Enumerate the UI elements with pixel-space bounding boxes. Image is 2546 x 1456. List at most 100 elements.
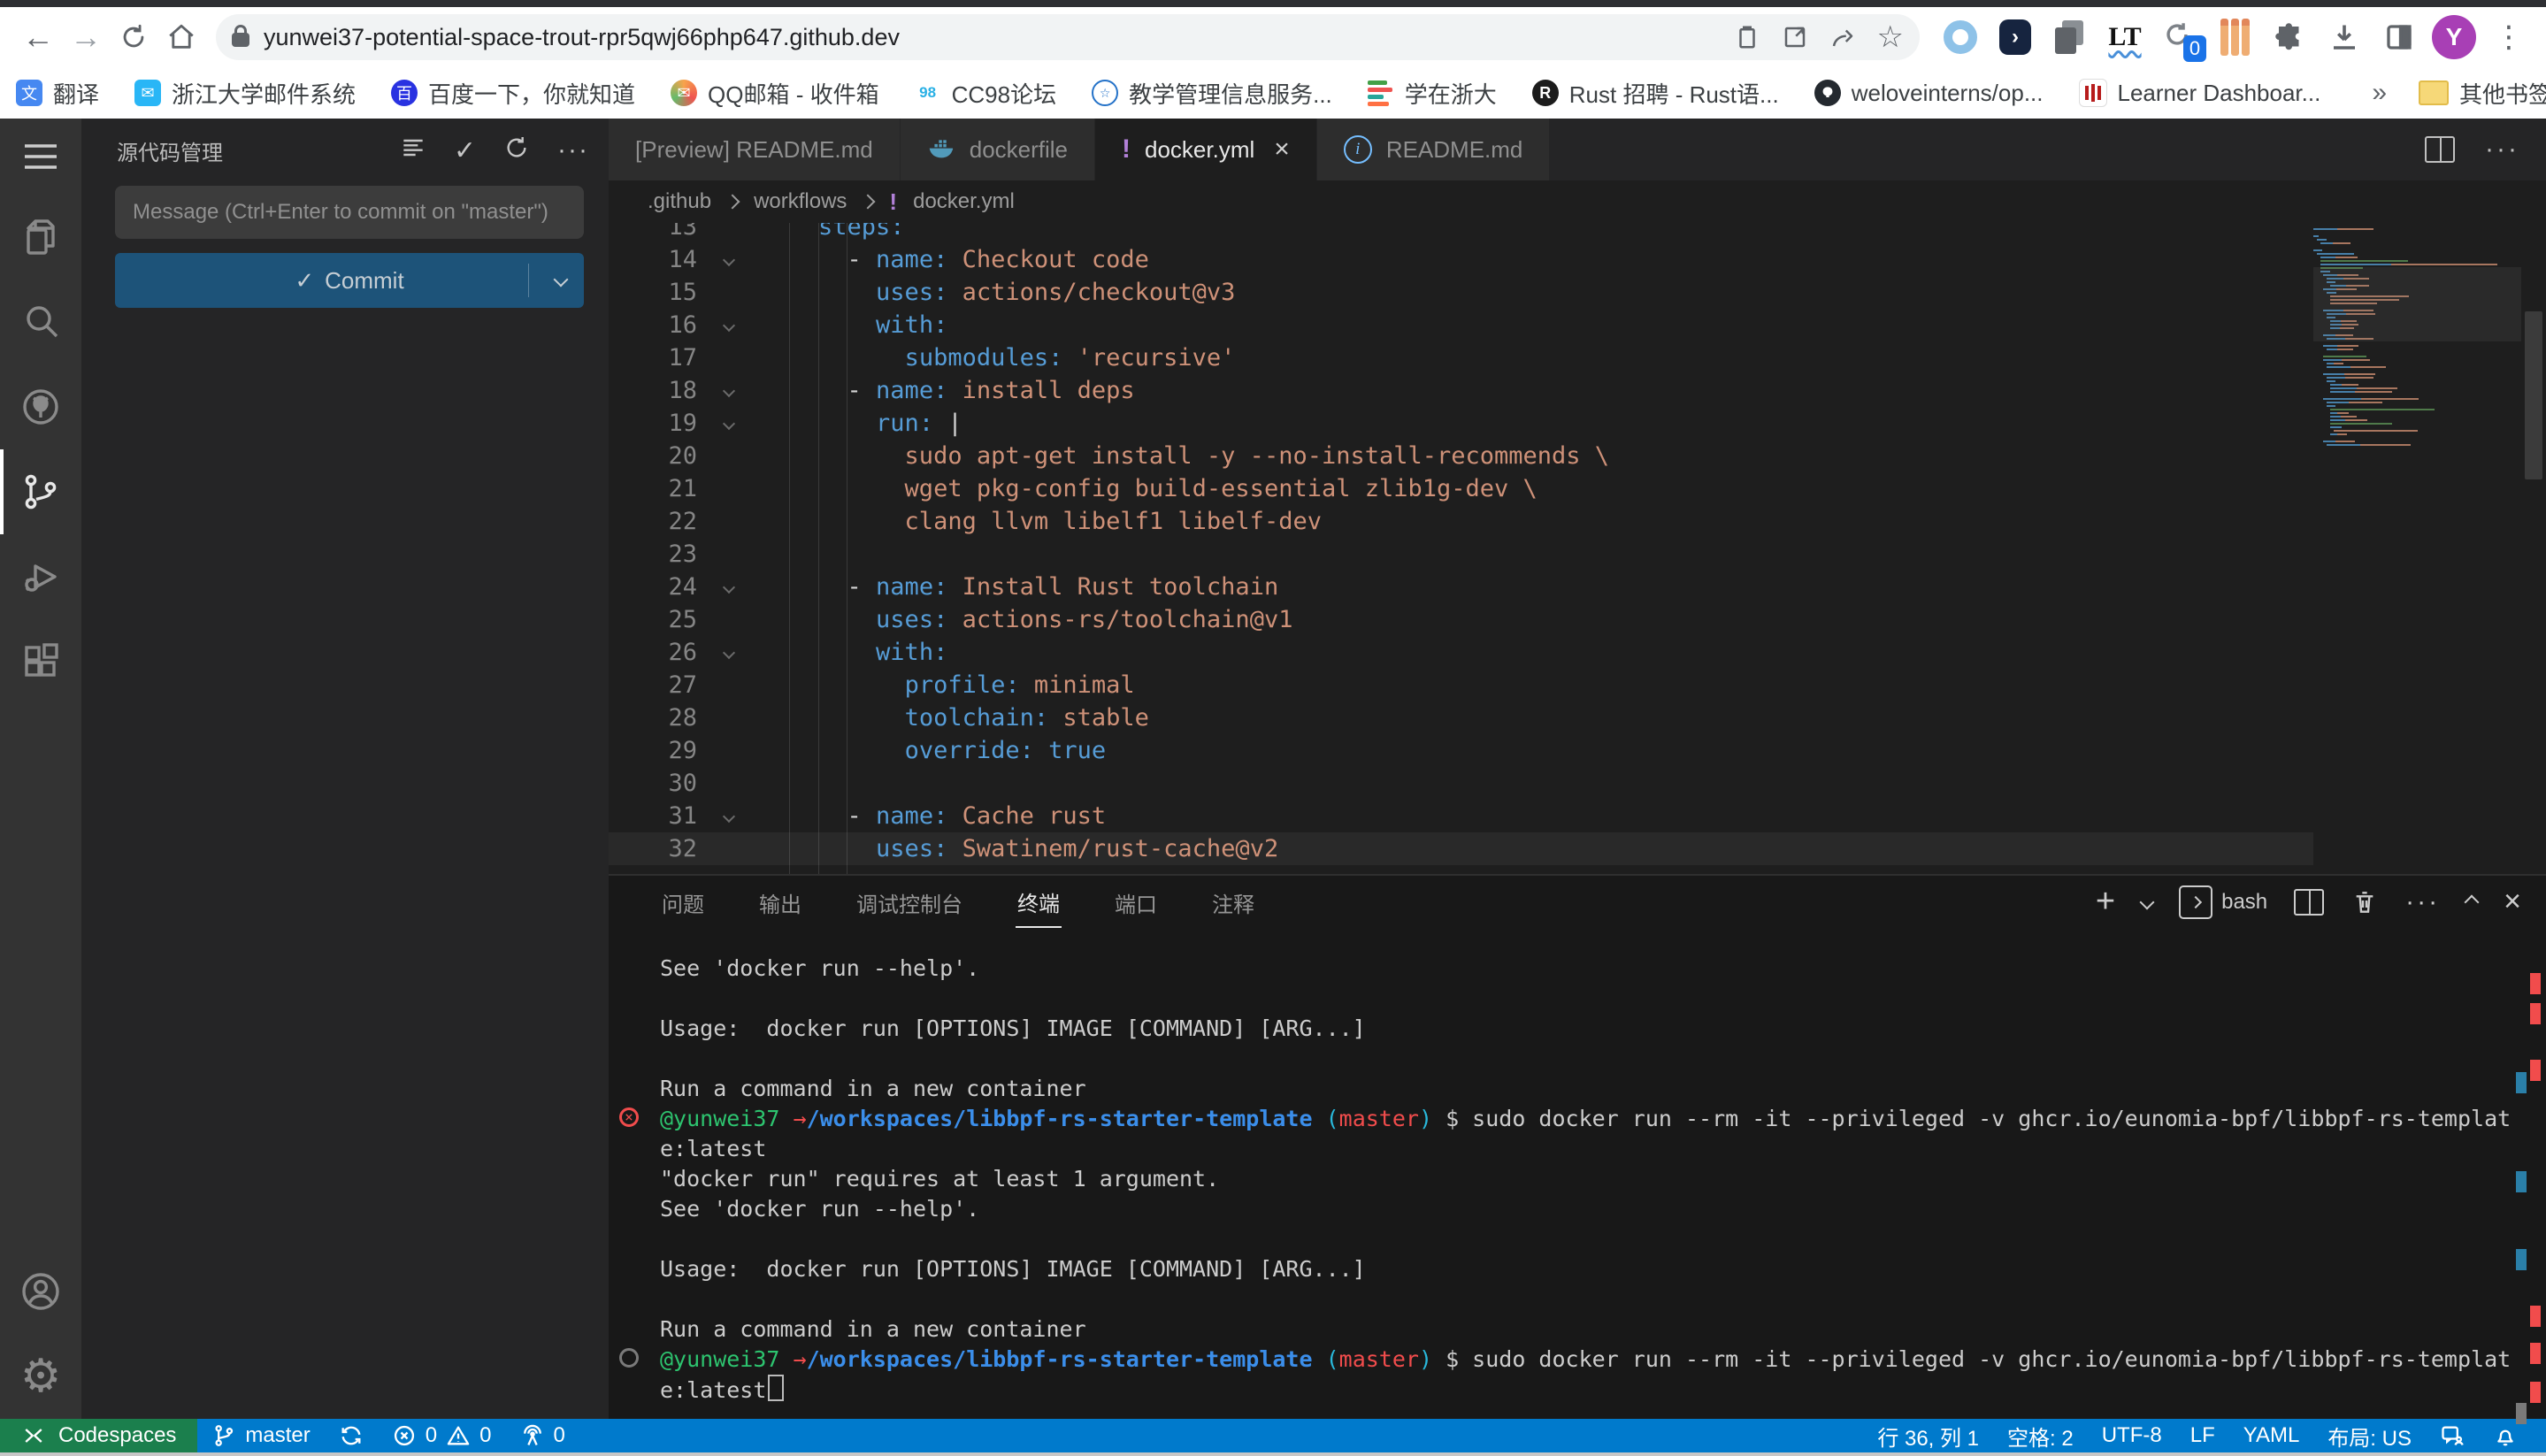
split-editor-icon[interactable]	[2425, 136, 2455, 163]
bookmark-item[interactable]: ✉QQ邮箱 - 收件箱	[671, 77, 879, 110]
sync-extension-icon[interactable]: 0	[2157, 14, 2203, 60]
bookmark-item[interactable]: 学在浙大	[1368, 77, 1497, 110]
panel-tab[interactable]: 问题	[660, 878, 706, 927]
code-line[interactable]: 18 - name: install deps	[609, 374, 2313, 407]
terminal-dropdown-icon[interactable]	[2140, 894, 2155, 909]
panel-more-actions-icon[interactable]: ···	[2405, 887, 2440, 917]
side-panel-toggle-icon[interactable]	[2376, 14, 2422, 60]
branch-indicator[interactable]: master	[197, 1419, 324, 1452]
terminal-shell-item[interactable]: bash	[2179, 885, 2267, 919]
code-line[interactable]: 19 run: |	[609, 407, 2313, 440]
editor-more-actions-icon[interactable]: ···	[2485, 134, 2519, 165]
fold-chevron-icon[interactable]	[697, 800, 761, 832]
editor-tab[interactable]: [Preview] README.md	[609, 119, 901, 180]
panel-tab[interactable]: 调试控制台	[855, 878, 964, 927]
remote-indicator[interactable]: Codespaces	[0, 1419, 197, 1452]
other-bookmarks[interactable]: 其他书签	[2419, 77, 2546, 110]
maximize-panel-icon[interactable]	[2466, 897, 2477, 908]
view-as-list-icon[interactable]	[399, 134, 427, 168]
panel-tab[interactable]: 注释	[1210, 878, 1256, 927]
bookmark-item[interactable]: 百百度一下，你就知道	[391, 77, 635, 110]
code-line[interactable]: 28 toolchain: stable	[609, 701, 2313, 734]
commit-check-icon[interactable]: ✓	[454, 135, 476, 166]
bookmark-item[interactable]: ✉浙江大学邮件系统	[134, 77, 356, 110]
refresh-icon[interactable]	[502, 134, 531, 168]
open-in-window-icon[interactable]	[1782, 24, 1808, 50]
new-terminal-icon[interactable]: +	[2096, 883, 2115, 921]
editor-scrollbar[interactable]	[2521, 223, 2546, 874]
bookmark-item[interactable]: 文翻译	[16, 77, 99, 110]
bookmark-item[interactable]: RRust 招聘 - Rust语...	[1532, 77, 1779, 110]
scrollbar-thumb[interactable]	[2525, 311, 2542, 479]
minimap[interactable]	[2313, 223, 2521, 874]
browser-menu-icon[interactable]: ⋮	[2486, 14, 2532, 60]
commit-message-input[interactable]	[115, 186, 584, 239]
eol-sequence[interactable]: LF	[2176, 1423, 2229, 1448]
commit-dropdown-icon[interactable]	[554, 272, 569, 287]
extensions-icon[interactable]	[0, 619, 81, 704]
split-terminal-icon[interactable]	[2294, 889, 2324, 916]
breadcrumb-folder[interactable]: workflows	[754, 189, 847, 214]
feedback-icon[interactable]	[2426, 1423, 2479, 1448]
kill-terminal-icon[interactable]	[2350, 888, 2379, 916]
code-line[interactable]: 29 override: true	[609, 734, 2313, 767]
code-editor[interactable]: 13 steps:14 - name: Checkout code15 uses…	[609, 223, 2546, 874]
close-tab-icon[interactable]: ×	[1274, 134, 1290, 165]
code-line[interactable]: 15 uses: actions/checkout@v3	[609, 276, 2313, 309]
code-line[interactable]: 24 - name: Install Rust toolchain	[609, 571, 2313, 603]
breadcrumb-file[interactable]: docker.yml	[913, 189, 1015, 214]
more-actions-icon[interactable]: ···	[557, 135, 589, 165]
bookmark-item[interactable]: weloveinterns/op...	[1814, 80, 2044, 107]
code-line[interactable]: 20 sudo apt-get install -y --no-install-…	[609, 440, 2313, 472]
clipboard-icon[interactable]	[1734, 24, 1760, 50]
terminal-output[interactable]: See 'docker run --help'.Usage: docker ru…	[609, 929, 2546, 1405]
settings-gear-icon[interactable]: ⚙	[0, 1334, 81, 1419]
commit-button[interactable]: ✓ Commit	[115, 253, 584, 308]
puzzle-extensions-icon[interactable]	[2266, 14, 2312, 60]
run-debug-icon[interactable]	[0, 534, 81, 619]
notifications-bell-icon[interactable]	[2479, 1423, 2532, 1448]
forward-button[interactable]: →	[62, 13, 110, 61]
source-control-icon[interactable]	[0, 449, 81, 534]
downloads-icon[interactable]	[2321, 14, 2367, 60]
code-line[interactable]: 27 profile: minimal	[609, 669, 2313, 701]
language-mode[interactable]: YAML	[2229, 1423, 2314, 1448]
fold-chevron-icon[interactable]	[697, 374, 761, 407]
code-line[interactable]: 23	[609, 538, 2313, 571]
languagetool-icon[interactable]: LT	[2102, 14, 2148, 60]
code-line[interactable]: 31 - name: Cache rust	[609, 800, 2313, 832]
menu-hamburger-icon[interactable]	[0, 119, 81, 195]
bookmark-item[interactable]: Learner Dashboar...	[2079, 79, 2321, 107]
code-line[interactable]: 26 with:	[609, 636, 2313, 669]
bookmark-item[interactable]: ☆教学管理信息服务...	[1092, 77, 1332, 110]
bookmarks-overflow-chevron[interactable]: »	[2356, 78, 2403, 108]
code-line[interactable]: 25 uses: actions-rs/toolchain@v1	[609, 603, 2313, 636]
bookmark-item[interactable]: 98CC98论坛	[915, 77, 1056, 110]
code-line[interactable]: 16 with:	[609, 309, 2313, 341]
code-line[interactable]: 17 submodules: 'recursive'	[609, 341, 2313, 374]
fold-chevron-icon[interactable]	[697, 636, 761, 669]
extension-circle-icon[interactable]	[1937, 14, 1983, 60]
cursor-position[interactable]: 行 36, 列 1	[1863, 1421, 1993, 1452]
code-line[interactable]: 21 wget pkg-config build-essential zlib1…	[609, 472, 2313, 505]
account-icon[interactable]	[0, 1249, 81, 1334]
share-icon[interactable]	[1829, 24, 1856, 50]
fold-chevron-icon[interactable]	[697, 571, 761, 603]
panel-tab[interactable]: 端口	[1113, 878, 1159, 927]
fold-chevron-icon[interactable]	[697, 309, 761, 341]
breadcrumb-folder[interactable]: .github	[648, 189, 711, 214]
github-icon[interactable]	[0, 364, 81, 449]
keyboard-layout[interactable]: 布局: US	[2313, 1421, 2426, 1452]
ports-indicator[interactable]: 0	[506, 1419, 579, 1452]
minimap-viewport[interactable]	[2313, 267, 2521, 341]
back-button[interactable]: ←	[14, 13, 62, 61]
indentation[interactable]: 空格: 2	[1993, 1421, 2088, 1452]
code-line[interactable]: 22 clang llvm libelf1 libelf-dev	[609, 505, 2313, 538]
extension-ammo-icon[interactable]	[2212, 14, 2258, 60]
extension-copy-icon[interactable]	[2047, 14, 2093, 60]
encoding[interactable]: UTF-8	[2088, 1423, 2176, 1448]
code-line[interactable]: 13 steps:	[609, 223, 2313, 243]
sync-indicator[interactable]	[325, 1419, 378, 1452]
close-panel-icon[interactable]: ×	[2504, 885, 2521, 919]
fold-chevron-icon[interactable]	[697, 243, 761, 276]
